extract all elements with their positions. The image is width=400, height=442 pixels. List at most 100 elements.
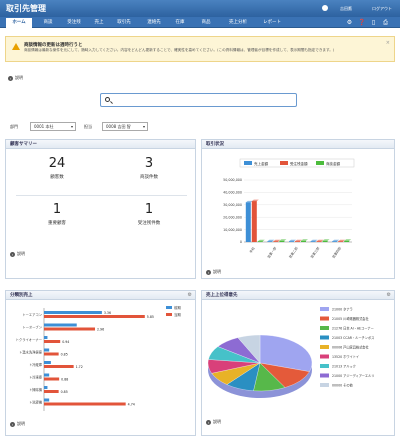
logout-link[interactable]: ログアウト (372, 6, 392, 12)
owner-select[interactable]: 0008 吉田 智 (102, 122, 148, 131)
category-sales-title: 分類別売上 ⚙ (6, 291, 195, 300)
print-icon[interactable]: ⎙ (382, 19, 389, 26)
y-tick-label: トーエアコン (22, 312, 42, 317)
y-tick-label: 30,000,000 (223, 203, 242, 207)
warning-icon (12, 43, 20, 50)
bar (44, 352, 59, 356)
help-label: 説明 (15, 75, 23, 80)
bar (44, 390, 59, 393)
legend-swatch (166, 306, 172, 309)
summary-help-link[interactable]: › 説明 (10, 251, 25, 257)
tab-customers[interactable]: 取引先 (112, 18, 136, 28)
settings-icon[interactable]: ⚙ (387, 291, 391, 300)
chevron-right-icon: › (8, 75, 13, 81)
gear-icon[interactable]: ⚙ (346, 19, 353, 26)
notice-banner: 商談情報の更新は週時行うと 商談情報は最新な案件を元にして、随時入力してください… (5, 36, 395, 62)
bar (257, 241, 263, 242)
tab-contacts[interactable]: 連絡先 (142, 18, 166, 28)
bar (251, 201, 257, 242)
bar-top (316, 239, 324, 242)
bar (289, 241, 294, 242)
tab-deals[interactable]: 商談 (38, 18, 58, 28)
bar (44, 327, 96, 331)
bar (322, 240, 328, 242)
legend-swatch (320, 345, 329, 349)
app-header: 取引先管理 吉田鷹 ログアウト (0, 0, 400, 17)
top-customers-help-link[interactable]: › 説明 (206, 419, 221, 425)
data-label: 0.85 (61, 353, 68, 357)
help-label: 説明 (17, 251, 25, 256)
x-tick-label: 営業四部 (331, 245, 343, 259)
kpi-deals-value: 3 (144, 156, 154, 171)
bar (44, 336, 48, 339)
bar (44, 340, 61, 343)
tab-sales[interactable]: 売上 (90, 18, 108, 28)
close-icon[interactable]: × (386, 40, 390, 46)
x-tick-label: 本社 (248, 245, 256, 254)
kpi-backorders-value: 1 (144, 202, 154, 217)
tab-reports[interactable]: レポート (258, 18, 286, 28)
bar-top (267, 239, 275, 242)
tab-backorders[interactable]: 受注残 (62, 18, 86, 28)
legend-label: 21005 川崎電器株式会社 (332, 316, 369, 321)
main-nav: ホーム 商談 受注残 売上 取引先 連絡先 在庫 商品 売上分析 レポート ⚙ … (0, 17, 400, 28)
kpi-key-customers: 1 重要顧客 (12, 202, 102, 226)
bar (44, 402, 126, 406)
y-tick-label: トクライオーナー (16, 337, 42, 342)
help-label: 説明 (213, 269, 221, 274)
mobile-icon[interactable]: ▯ (370, 19, 377, 26)
tab-inventory[interactable]: 在庫 (170, 18, 190, 28)
legend-label: 21000 アジーディアーエルリ (332, 373, 374, 378)
tab-products[interactable]: 商品 (196, 18, 216, 28)
tab-home[interactable]: ホーム (6, 18, 32, 28)
help-link[interactable]: › 説明 (8, 75, 23, 81)
settings-icon[interactable]: ⚙ (188, 291, 192, 300)
bar-top (257, 239, 265, 242)
deal-status-panel: 取引状況 売上金額 受注残金額 商談金額 50,000,000 40,000,000 30… (201, 139, 395, 279)
legend-label: 21013 アルック (332, 364, 356, 369)
kpi-customers-value: 24 (48, 156, 66, 171)
data-label: 3.36 (104, 311, 111, 315)
tab-sales-analysis[interactable]: 売上分析 (222, 18, 254, 28)
help-icon[interactable]: ❓ (358, 19, 365, 26)
bar-top (295, 239, 302, 242)
dept-select[interactable]: 0001 本社 (30, 122, 76, 131)
bar (44, 323, 77, 327)
data-label: 0.85 (61, 390, 68, 394)
bar-top (289, 239, 296, 242)
y-tick-label: 0 (240, 240, 242, 244)
deal-help-link[interactable]: › 説明 (206, 269, 221, 275)
app-title: 取引先管理 (6, 4, 46, 13)
chevron-right-icon: › (10, 421, 15, 427)
legend-swatch (280, 161, 288, 165)
bar (44, 377, 60, 381)
chevron-right-icon: › (206, 419, 211, 425)
x-tick-label: 営業二部 (287, 245, 299, 259)
dept-label: 部門 (10, 124, 18, 129)
top-customers-chart: 21000 タナラ 21005 川崎電器株式会社 21276 日本 AI・AEコーナ… (207, 307, 374, 398)
legend-label: 21276 日本 AI・AEコーナー (332, 326, 374, 331)
y-tick-label: ト洗濯機 (29, 400, 43, 405)
y-tick-label: 20,000,000 (223, 215, 242, 219)
category-help-link[interactable]: › 説明 (10, 421, 25, 427)
bar (344, 240, 350, 242)
legend-swatch (320, 316, 329, 321)
chevron-right-icon: › (10, 251, 15, 257)
user-name[interactable]: 吉田鷹 (340, 6, 352, 12)
bar (332, 241, 338, 242)
legend-swatch (320, 373, 329, 378)
bar-top (279, 239, 287, 241)
legend-swatch (320, 364, 329, 368)
top-customers-panel: 売上上位得意先 ⚙ 21000 タナラ 21005 川崎電器株式会社 21276 日本… (201, 290, 395, 436)
category-sales-panel: 分類別売上 ⚙ 前期 当期 トーエアコン 5.85 トーオーブン 2.96 トクライオーナー 0… (5, 290, 196, 436)
kpi-customers: 24 顧客数 (12, 156, 102, 180)
data-label: 0.94 (62, 340, 69, 344)
kpi-key-customers-label: 重要顧客 (48, 221, 66, 226)
summary-title: 顧客サマリー (6, 140, 195, 149)
legend-label: 21003 CCAR・ルーチンボス (332, 335, 374, 340)
x-tick-label: 営業一部 (266, 245, 278, 259)
bar (44, 348, 50, 352)
y-tick-label: ト冷蔵庫 (29, 362, 43, 367)
data-label: 2.96 (97, 328, 104, 332)
search-input[interactable] (100, 93, 297, 107)
